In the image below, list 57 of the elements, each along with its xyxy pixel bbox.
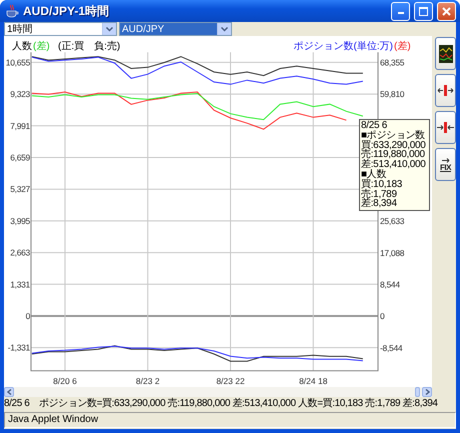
axis-tick-label: 17,088 [380,248,404,258]
maximize-icon [419,6,428,16]
close-button[interactable] [437,2,456,20]
tooltip-line: 売:1,789 [361,190,398,200]
arrow-icon [442,158,450,162]
close-icon [442,6,451,16]
axis-tick-label: 68,355 [380,58,404,68]
expand-tool-button[interactable] [435,74,456,107]
tooltip-line: ■ポジション数 [361,130,425,141]
chart-icon [438,44,452,62]
axis-tick-label: 1,331 [10,279,30,290]
legend-diff-label: (差) [394,41,411,52]
axis-tick-label: 8/23 2 [136,376,160,386]
axis-tick-label: 5,327 [10,184,30,194]
axis-tick-label: 8/23 22 [216,376,245,386]
expand-arrows-icon [437,85,454,96]
legend-label: 人数 [12,41,32,52]
tooltip-line: 差:8,394 [361,199,398,210]
legend-label: ポジション数(単位:万) [294,41,393,52]
shrink-tool-button[interactable] [435,111,456,144]
axis-tick-label: 2,663 [10,248,30,258]
scroll-left-button[interactable] [4,387,14,397]
axis-tick-label: 25,633 [380,216,404,226]
axis-tick-label: 6,659 [10,152,30,162]
axis-tick-label: 8,544 [380,279,400,290]
tooltip-line: ■人数 [361,170,386,180]
sign-note: (正:買 負:売) [58,41,120,52]
axis-tick-label: 9,323 [10,89,30,100]
applet-label: Java Applet Window [4,412,456,428]
axis-tick-label: -1,331 [8,342,30,353]
status-text: 8/25 6 ポジション数=買:633,290,000 売:119,880,000 差:513,410,000 人数=買:10,183 売:1,789 差:8,394 [4,397,439,410]
axis-tick-label: 3,995 [10,216,30,226]
axis-tick-label: 59,810 [380,89,404,100]
axis-tick-label: 10,655 [6,57,30,68]
axis-tick-label: 8/20 6 [53,376,77,386]
window-title: AUD/JPY-1時間 [23,2,110,20]
tooltip-line: 売:119,880,000 [361,150,425,160]
tooltip-line: 買:633,290,000 [361,140,426,150]
dropdown[interactable]: 1時間 [4,22,117,36]
tooltip-line: 買:10,183 [361,180,403,190]
axis-tick-label: 8/24 18 [299,376,328,386]
dropdown[interactable]: AUD/JPY [119,22,232,36]
axis-tick-label: 0 [26,310,30,321]
fix-button[interactable]: FIX [435,148,456,181]
scrollbar-thumb[interactable] [415,387,420,397]
shrink-arrows-icon [437,122,454,133]
minimize-button[interactable] [391,2,410,20]
coffee-cup-icon [5,4,19,18]
tooltip-line: 8/25 6 [361,121,388,131]
tooltip-line: 差:513,410,000 [361,160,426,170]
legend-diff-label: (差) [33,41,50,52]
maximize-button[interactable] [414,2,433,20]
chart-tool-button[interactable] [435,37,456,70]
axis-tick-label: 0 [380,311,384,322]
scroll-right-button[interactable] [422,387,432,397]
axis-tick-label: -8,544 [380,342,402,353]
axis-tick-label: 7,991 [10,120,30,131]
